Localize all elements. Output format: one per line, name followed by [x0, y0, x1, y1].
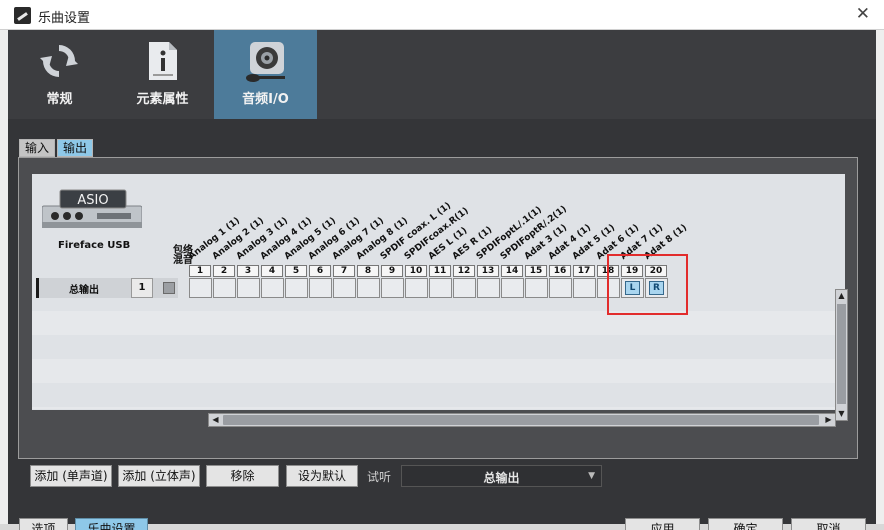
routing-cell-2[interactable] [213, 278, 236, 298]
tab-element-properties-label: 元素属性 [136, 92, 189, 107]
routing-cell-4[interactable] [261, 278, 284, 298]
channel-number-3: 3 [237, 265, 259, 277]
channel-number-14: 14 [501, 265, 523, 277]
scroll-down-icon[interactable]: ▼ [836, 408, 847, 420]
scroll-right-icon[interactable]: ▶ [822, 414, 835, 426]
song-setup-button[interactable]: 乐曲设置 [75, 518, 148, 530]
routing-cell-10[interactable] [405, 278, 428, 298]
remove-button[interactable]: 移除 [206, 465, 279, 487]
device-name: Fireface USB [58, 240, 131, 251]
routing-cell-16[interactable] [549, 278, 572, 298]
vertical-scrollbar[interactable]: ▲ ▼ [835, 289, 848, 421]
highlight-box [607, 254, 688, 315]
info-document-icon [149, 42, 177, 80]
add-stereo-button[interactable]: 添加 (立体声) [118, 465, 200, 487]
window-edge-left [0, 30, 8, 530]
routing-cell-8[interactable] [357, 278, 380, 298]
output-row-main[interactable]: 总输出 1 [36, 278, 178, 298]
window-title: 乐曲设置 [38, 11, 91, 26]
tab-general[interactable]: 常规 [8, 30, 111, 119]
window-edge-right [876, 30, 884, 530]
routing-matrix: ASIO Fireface USB 包络 混音 总输出 1 Analog 1 (… [32, 174, 848, 427]
add-mono-button[interactable]: 添加 (单声道) [30, 465, 112, 487]
audition-label: 试听 [367, 470, 392, 484]
channel-number-17: 17 [573, 265, 595, 277]
routing-cell-5[interactable] [285, 278, 308, 298]
channel-number-2: 2 [213, 265, 235, 277]
routing-cell-7[interactable] [333, 278, 356, 298]
channel-number-8: 8 [357, 265, 379, 277]
channel-number-16: 16 [549, 265, 571, 277]
dialog-frame: 常规 元素属性 音频I/O 输入 输出 ASIO Fireface USB 包络… [8, 30, 876, 530]
channel-number-5: 5 [285, 265, 307, 277]
routing-cell-1[interactable] [189, 278, 212, 298]
ok-button[interactable]: 确定 [708, 518, 783, 530]
routing-cell-13[interactable] [477, 278, 500, 298]
routing-cell-9[interactable] [381, 278, 404, 298]
tab-general-label: 常规 [46, 92, 73, 107]
mute-checkbox[interactable] [163, 282, 175, 294]
tab-audio-io[interactable]: 音频I/O [214, 30, 317, 119]
audio-io-content: 输入 输出 ASIO Fireface USB 包络 混音 总输出 1 Anal… [8, 119, 876, 530]
options-button[interactable]: 选项 [19, 518, 68, 530]
asio-device-image: ASIO [42, 189, 142, 228]
title-bar: 乐曲设置 ✕ [0, 0, 884, 30]
routing-cell-12[interactable] [453, 278, 476, 298]
routing-cell-14[interactable] [501, 278, 524, 298]
channel-number-11: 11 [429, 265, 451, 277]
routing-cell-6[interactable] [309, 278, 332, 298]
channel-number-9: 9 [381, 265, 403, 277]
output-matrix-panel: ASIO Fireface USB 包络 混音 总输出 1 Analog 1 (… [18, 157, 858, 459]
channel-number-4: 4 [261, 265, 283, 277]
asio-logo-text: ASIO [77, 193, 108, 208]
channel-number-10: 10 [405, 265, 427, 277]
main-tabs: 常规 元素属性 音频I/O [8, 30, 876, 119]
channel-number-13: 13 [477, 265, 499, 277]
vertical-scroll-thumb[interactable] [837, 304, 846, 404]
audition-select[interactable]: 总输出 ▼ [401, 465, 602, 487]
tab-audio-io-label: 音频I/O [242, 92, 289, 107]
output-row-number[interactable]: 1 [131, 278, 153, 298]
routing-cell-17[interactable] [573, 278, 596, 298]
scroll-left-icon[interactable]: ◀ [209, 414, 222, 426]
channel-number-12: 12 [453, 265, 475, 277]
refresh-arrows-icon [40, 45, 78, 77]
matrix-background [32, 287, 835, 409]
horizontal-scroll-thumb[interactable] [223, 415, 819, 425]
routing-cell-15[interactable] [525, 278, 548, 298]
scroll-up-icon[interactable]: ▲ [836, 290, 847, 302]
channel-number-6: 6 [309, 265, 331, 277]
channel-number-1: 1 [189, 265, 211, 277]
routing-cell-11[interactable] [429, 278, 452, 298]
app-icon [14, 7, 31, 24]
routing-cell-3[interactable] [237, 278, 260, 298]
audition-value: 总输出 [483, 471, 520, 485]
close-icon[interactable]: ✕ [856, 4, 870, 24]
tab-input[interactable]: 输入 [19, 139, 56, 157]
apply-button[interactable]: 应用 [625, 518, 700, 530]
channel-number-15: 15 [525, 265, 547, 277]
speaker-mic-icon [246, 42, 285, 82]
tab-output[interactable]: 输出 [57, 139, 94, 157]
cancel-button[interactable]: 取消 [791, 518, 866, 530]
tab-element-properties[interactable]: 元素属性 [111, 30, 214, 119]
output-row-name: 总输出 [69, 285, 99, 296]
channel-number-7: 7 [333, 265, 355, 277]
set-default-button[interactable]: 设为默认 [286, 465, 358, 487]
chevron-down-icon: ▼ [588, 471, 595, 481]
horizontal-scrollbar[interactable]: ◀ ▶ [208, 413, 836, 427]
